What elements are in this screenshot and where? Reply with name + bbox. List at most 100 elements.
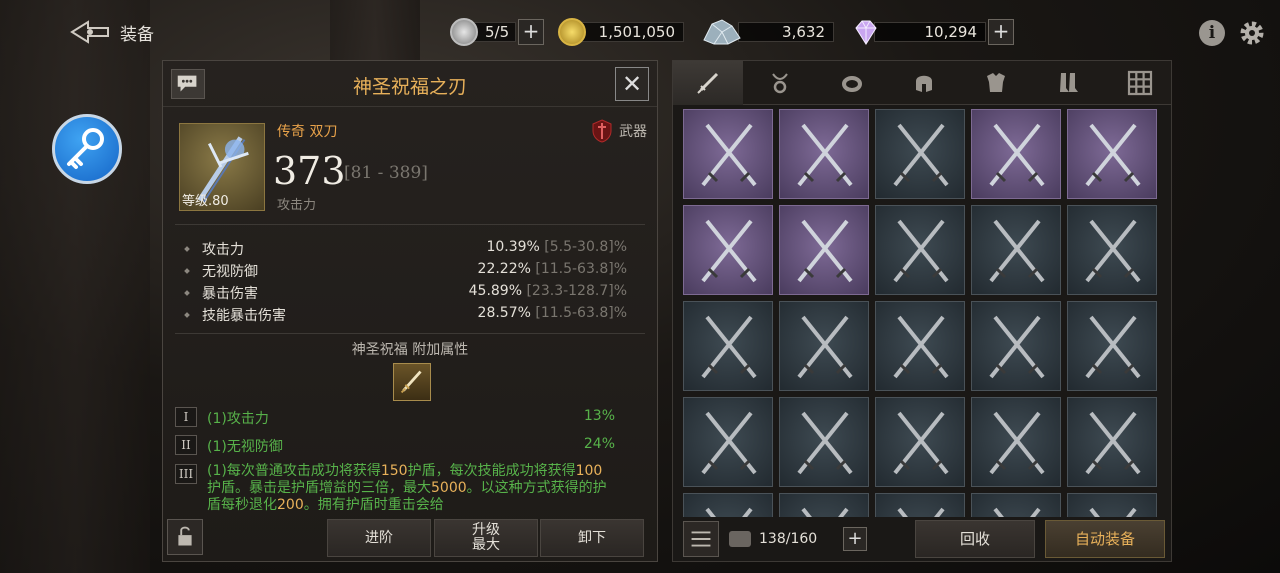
diamond-icon: [855, 20, 877, 45]
tab-weapon[interactable]: [673, 61, 743, 105]
inventory-slot[interactable]: [971, 397, 1061, 487]
inventory-slot[interactable]: [779, 109, 869, 199]
inventory-slot[interactable]: [1067, 397, 1157, 487]
inventory-slot[interactable]: [683, 205, 773, 295]
inventory-slot[interactable]: [683, 109, 773, 199]
inventory-slot[interactable]: [683, 301, 773, 391]
inventory-slot[interactable]: [875, 397, 965, 487]
stat-name: 无视防御: [202, 264, 258, 280]
tab-all[interactable]: [1105, 61, 1175, 105]
dual-blade-icon: [1085, 219, 1141, 283]
dual-blade-icon: [797, 219, 853, 283]
currency-stamina: 5/5 +: [450, 18, 544, 46]
dual-blade-icon: [893, 219, 949, 283]
item-detail-panel: 神圣祝福之刃 ✕ 等级.80 传奇 双刀 373 [81 - 389] 攻击力 …: [162, 60, 658, 562]
tab-ring[interactable]: [817, 61, 887, 105]
dual-blade-icon: [701, 315, 757, 379]
blessing-description: (1)每次普通攻击成功将获得150护盾，每次技能成功将获得100 护盾。暴击是护盾…: [207, 463, 607, 515]
desc-number: 200: [277, 497, 304, 513]
gear-icon[interactable]: [1238, 19, 1266, 47]
crystal-icon: [703, 19, 741, 45]
blessing-icon[interactable]: [393, 363, 431, 401]
tab-helmet[interactable]: [889, 61, 959, 105]
inventory-slot[interactable]: [875, 109, 965, 199]
desc-number: 100: [575, 463, 603, 479]
lock-button[interactable]: [167, 519, 203, 555]
attack-range: [81 - 389]: [344, 163, 428, 183]
dual-blade-icon: [701, 411, 757, 475]
inventory-slot[interactable]: [779, 397, 869, 487]
bag-icon: [729, 531, 751, 547]
recycle-button[interactable]: 回收: [915, 520, 1035, 558]
bullet-icon: [184, 246, 190, 252]
upgrade-label-line1: 升级: [472, 522, 500, 538]
inventory-slot[interactable]: [875, 493, 965, 517]
dual-blade-icon: [797, 411, 853, 475]
info-icon[interactable]: i: [1199, 20, 1225, 46]
inventory-slot[interactable]: [683, 397, 773, 487]
expand-bag-button[interactable]: +: [843, 527, 867, 551]
dual-blade-icon: [1085, 123, 1141, 187]
tab-boots[interactable]: [1033, 61, 1103, 105]
item-name: 神圣祝福之刃: [352, 76, 467, 98]
boots-icon: [1060, 73, 1078, 92]
item-rarity-type: 传奇 双刀: [277, 124, 338, 140]
dual-blade-icon: [989, 219, 1045, 283]
stat-range: [5.5-30.8]%: [544, 239, 627, 255]
blessing-percent: 13%: [583, 408, 615, 424]
add-stamina-button[interactable]: +: [518, 19, 544, 45]
back-button[interactable]: 装备: [70, 18, 154, 46]
inventory-slot[interactable]: [1067, 205, 1157, 295]
dual-blade-icon: [801, 507, 849, 517]
inventory-slot[interactable]: [1067, 301, 1157, 391]
inventory-slot[interactable]: [779, 301, 869, 391]
inventory-grid: [683, 109, 1163, 517]
tab-armor[interactable]: [961, 61, 1031, 105]
desc-text: 护盾。暴击是护盾增益的三倍，最大: [207, 480, 431, 496]
silver-coin-icon: [450, 18, 478, 46]
inventory-slot[interactable]: [971, 109, 1061, 199]
advance-button[interactable]: 进阶: [327, 519, 431, 557]
grid-icon: [1127, 70, 1153, 96]
unequip-button[interactable]: 卸下: [540, 519, 644, 557]
stat-row: 暴击伤害 45.89% [23.3-128.7]%: [184, 283, 627, 304]
inventory-slot[interactable]: [779, 205, 869, 295]
blessing-tier-badge: II: [175, 435, 197, 455]
tab-amulet[interactable]: [745, 61, 815, 105]
inventory-slot[interactable]: [971, 205, 1061, 295]
background-pillar-left: [0, 0, 150, 573]
inventory-slot[interactable]: [875, 301, 965, 391]
inventory-slot[interactable]: [875, 205, 965, 295]
sort-menu-button[interactable]: [683, 521, 719, 557]
item-level: 等级.80: [182, 194, 229, 209]
blessing-title: 神圣祝福 附加属性: [351, 342, 469, 358]
dual-blade-icon: [705, 507, 753, 517]
inventory-panel: 138/160 + 回收 自动装备: [672, 60, 1172, 562]
back-arrow-icon: [70, 20, 109, 44]
currency-stamina-value: 5/5: [472, 22, 516, 42]
dual-blade-icon: [701, 123, 757, 187]
inventory-slot[interactable]: [971, 493, 1061, 517]
bullet-icon: [184, 290, 190, 296]
weapon-shield-icon: [592, 119, 612, 143]
desc-number: 150: [380, 463, 408, 479]
blessing-percent: 24%: [583, 436, 615, 452]
key-shortcut-button[interactable]: [52, 114, 122, 184]
upgrade-label-line2: 最大: [472, 537, 500, 553]
add-diamond-button[interactable]: +: [988, 19, 1014, 45]
stat-current: 28.57%: [477, 305, 531, 321]
inventory-slot[interactable]: [683, 493, 773, 517]
helmet-icon: [916, 75, 932, 92]
blessing-name: (1)攻击力: [207, 411, 269, 427]
auto-equip-button[interactable]: 自动装备: [1045, 520, 1165, 558]
stat-value: 10.39% [5.5-30.8]%: [486, 239, 627, 255]
inventory-slot[interactable]: [779, 493, 869, 517]
close-button[interactable]: ✕: [615, 67, 649, 101]
upgrade-button[interactable]: 升级 最大: [434, 519, 538, 557]
inventory-slot[interactable]: [1067, 493, 1157, 517]
inventory-slot[interactable]: [1067, 109, 1157, 199]
stat-name: 攻击力: [202, 242, 244, 258]
currency-diamond-value: 10,294: [874, 22, 986, 42]
amulet-icon: [772, 73, 788, 94]
inventory-slot[interactable]: [971, 301, 1061, 391]
